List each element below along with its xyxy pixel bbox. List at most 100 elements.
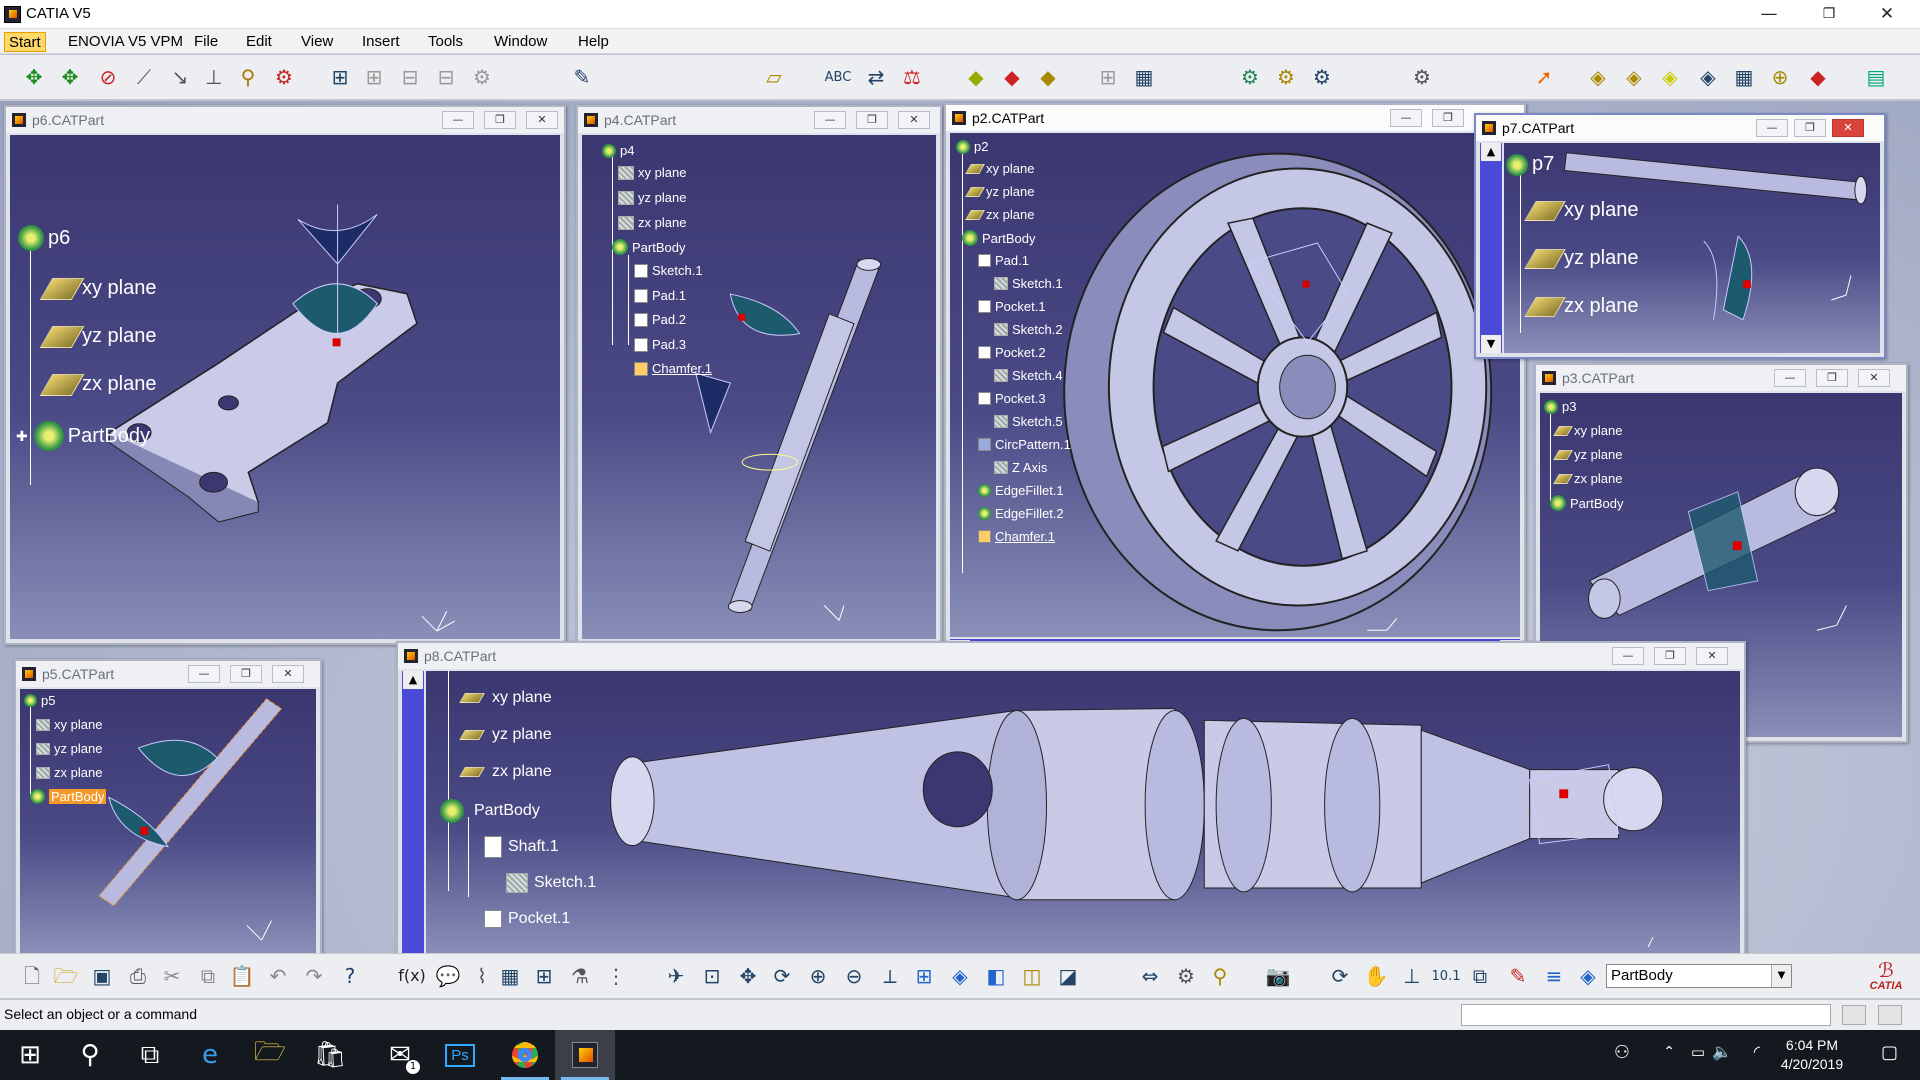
minimize-button[interactable]: — [1740, 0, 1798, 29]
zoom-in-icon[interactable]: ⊕ [804, 962, 832, 990]
window-minimize-button[interactable]: — [1756, 119, 1788, 137]
search-icon[interactable]: ⚲ [60, 1030, 120, 1080]
window-restore-button[interactable]: ❐ [230, 665, 262, 683]
window-p6[interactable]: p6.CATPart — ❐ ✕ p6 xy plane yz plane zx… [4, 105, 566, 645]
tree-item-chamfer[interactable]: Chamfer.1 [978, 529, 1055, 544]
viewport-p7[interactable]: p7 xy plane yz plane zx plane [1504, 143, 1880, 353]
tree-item-sketch[interactable]: Sketch.1 [634, 263, 703, 278]
task-view-icon[interactable]: ⧉ [120, 1030, 180, 1080]
sections-icon[interactable]: ⧉ [1466, 962, 1494, 990]
update-icon[interactable]: ⟳ [1326, 962, 1354, 990]
tree-item-pocket[interactable]: Pocket.1 [484, 910, 570, 928]
vertical-scrollbar[interactable]: ▲ [402, 671, 424, 955]
shading-icon[interactable]: ▦ [1730, 63, 1758, 91]
scroll-down-icon[interactable]: ▼ [1481, 335, 1501, 353]
axis-icon[interactable]: ⊥ [200, 63, 228, 91]
tree-item-partbody[interactable]: PartBody [30, 789, 107, 804]
tree-item-edgefillet[interactable]: EdgeFillet.2 [978, 506, 1064, 521]
expand-plus-icon[interactable]: ✚ [16, 428, 28, 445]
redo-icon[interactable]: ↷ [300, 962, 328, 990]
photoshop-icon[interactable]: Ps [430, 1030, 490, 1080]
store-icon[interactable]: 🛍 [300, 1030, 360, 1080]
window-minimize-button[interactable]: — [1390, 109, 1422, 127]
front-view-icon[interactable]: ◈ [1620, 63, 1648, 91]
scroll-up-icon[interactable]: ▲ [1481, 143, 1501, 161]
pan-icon[interactable]: ✥ [734, 962, 762, 990]
multi-view-icon[interactable]: ⊞ [910, 962, 938, 990]
print-icon[interactable]: ⎙ [124, 962, 152, 990]
drill-icon[interactable]: ⊟ [396, 63, 424, 91]
window-p5-titlebar[interactable]: p5.CATPart — ❐ ✕ [16, 661, 320, 687]
command-button-1[interactable] [1842, 1005, 1866, 1025]
tree-item-zx-plane[interactable]: zx plane [459, 763, 552, 781]
tree-item-xy-plane[interactable]: xy plane [618, 165, 686, 180]
rotate-icon[interactable]: ⟳ [768, 962, 796, 990]
window-minimize-button[interactable]: — [1774, 369, 1806, 387]
viewport-p2[interactable]: p2 xy plane yz plane zx plane PartBody P… [950, 133, 1520, 637]
tools-icon[interactable]: ⊟ [432, 63, 460, 91]
reactions-icon[interactable]: ⌇ [468, 962, 496, 990]
window-p8[interactable]: p8.CATPart — ❐ ✕ xy plane yz plane zx pl… [396, 641, 1746, 961]
window-close-button[interactable]: ✕ [1858, 369, 1890, 387]
tree-item-yz-plane[interactable]: yz plane [618, 190, 686, 205]
p8-geometry[interactable] [426, 671, 1740, 955]
save-icon[interactable]: ▣ [88, 962, 116, 990]
swap-show-icon[interactable]: ◪ [1054, 962, 1082, 990]
window-restore-button[interactable]: ❐ [1816, 369, 1848, 387]
windows-start-icon[interactable]: ⊞ [0, 1030, 60, 1080]
file-explorer-icon[interactable]: 🗁 [240, 1030, 300, 1080]
tree-item-circpattern[interactable]: CircPattern.1 [978, 437, 1071, 452]
tree-item-partbody[interactable]: PartBody [1550, 495, 1623, 511]
project-icon[interactable]: ↘ [166, 63, 194, 91]
tree-item-zx-plane[interactable]: zx plane [965, 207, 1034, 222]
menu-enovia[interactable]: ENOVIA V5 VPM [64, 32, 187, 52]
tree-item-partbody[interactable]: PartBody [962, 230, 1035, 246]
scroll-up-icon[interactable]: ▲ [403, 671, 423, 689]
tree-item-yz-plane[interactable]: yz plane [36, 741, 102, 756]
measure-icon[interactable]: ⟋ [130, 63, 158, 91]
command-button-2[interactable] [1878, 1005, 1902, 1025]
axis-system-icon[interactable]: ⊕ [1766, 63, 1794, 91]
compass-rotate-icon[interactable]: ✥ [56, 63, 84, 91]
apply-material-icon[interactable]: ◆ [1804, 63, 1832, 91]
tree-item-pad[interactable]: Pad.2 [634, 312, 686, 327]
notifications-icon[interactable]: ▢ [1881, 1042, 1898, 1063]
tree-item-zx-plane[interactable]: zx plane [39, 373, 157, 396]
tree-item-pocket[interactable]: Pocket.2 [978, 345, 1046, 360]
vertical-scrollbar[interactable]: ▲ ▼ [1480, 143, 1502, 353]
undo-icon[interactable]: ↶ [264, 962, 292, 990]
current-body-select[interactable]: PartBody ▼ [1606, 964, 1792, 988]
formula-icon[interactable]: f(x) [398, 962, 426, 990]
select-arrow-icon[interactable]: ➚ [1530, 63, 1558, 91]
window-minimize-button[interactable]: — [442, 111, 474, 129]
people-icon[interactable]: ⚇ [1614, 1042, 1630, 1063]
mold-icon[interactable]: ⋮ [602, 962, 630, 990]
window-p8-titlebar[interactable]: p8.CATPart — ❐ ✕ [398, 643, 1744, 669]
tree-item-z-axis[interactable]: Z Axis [994, 460, 1047, 475]
tree-item-yz-plane[interactable]: yz plane [1553, 447, 1622, 462]
tree-item-xy-plane[interactable]: xy plane [39, 277, 157, 300]
catia-taskbar-icon[interactable] [555, 1030, 615, 1080]
window-close-button[interactable]: ✕ [272, 665, 304, 683]
new-icon[interactable]: 🗋 [18, 962, 46, 990]
hide-icon[interactable]: ⚲ [234, 63, 262, 91]
window-p4-titlebar[interactable]: p4.CATPart — ❐ ✕ [578, 107, 940, 133]
tree-item-shaft[interactable]: Shaft.1 [484, 836, 559, 858]
fly-icon[interactable]: ✈ [662, 962, 690, 990]
clock[interactable]: 6:04 PM 4/20/2019 [1772, 1036, 1852, 1074]
side-view-icon[interactable]: ◈ [1694, 63, 1722, 91]
window-minimize-button[interactable]: — [188, 665, 220, 683]
tree-item-yz-plane[interactable]: yz plane [1524, 247, 1639, 270]
rearrange-icon[interactable]: ⇔ [1136, 962, 1164, 990]
viewport-p4[interactable]: p4 xy plane yz plane zx plane PartBody S… [582, 135, 936, 639]
arrange-icon[interactable]: ⊞ [1094, 63, 1122, 91]
analysis-icon[interactable]: ⚙ [1236, 63, 1264, 91]
tree-item-xy-plane[interactable]: xy plane [459, 689, 552, 707]
tree-item-zx-plane[interactable]: zx plane [1553, 471, 1622, 486]
tree-item-partbody[interactable]: ✚ PartBody [16, 421, 150, 451]
publish-icon[interactable]: ⚗ [566, 962, 594, 990]
dimensions-icon[interactable]: 10.1 [1432, 962, 1461, 990]
rules-icon[interactable]: ⚙ [1308, 63, 1336, 91]
tree-root-p7[interactable]: p7 [1506, 153, 1554, 176]
whats-this-icon[interactable]: ? [336, 962, 364, 990]
